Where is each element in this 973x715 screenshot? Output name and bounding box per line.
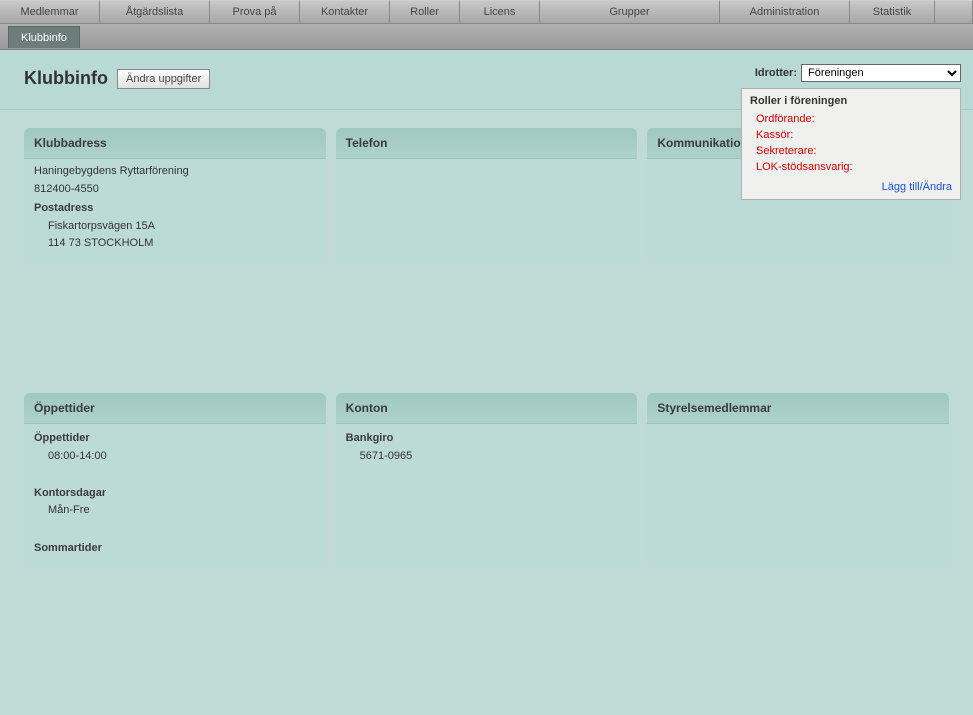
card-konton: Konton Bankgiro 5671-0965 — [336, 393, 638, 567]
roles-edit-link[interactable]: Lägg till/Ändra — [882, 181, 952, 193]
idrotter-label: Idrotter: — [755, 67, 797, 79]
hours-label: Öppettider — [34, 430, 316, 448]
card-title: Konton — [336, 393, 638, 424]
club-orgnr: 812400-4550 — [34, 181, 316, 199]
card-title: Telefon — [336, 128, 638, 159]
post-city: 114 73 STOCKHOLM — [34, 235, 316, 253]
card-title: Klubbadress — [24, 128, 326, 159]
card-klubbadress: Klubbadress Haningebygdens Ryttarförenin… — [24, 128, 326, 263]
nav-kontakter[interactable]: Kontakter — [300, 0, 390, 23]
role-kassor: Kassör: — [750, 127, 952, 143]
card-body: Bankgiro 5671-0965 — [336, 424, 638, 475]
roles-title: Roller i föreningen — [750, 95, 952, 107]
hours-value: 08:00-14:00 — [34, 448, 316, 466]
card-oppettider: Öppettider Öppettider 08:00-14:00 Kontor… — [24, 393, 326, 567]
bankgiro-label: Bankgiro — [346, 430, 628, 448]
idrotter-select[interactable]: Föreningen — [801, 64, 961, 82]
days-label: Kontorsdagar — [34, 485, 316, 503]
card-body: Haningebygdens Ryttarförening 812400-455… — [24, 159, 326, 263]
summer-label: Sommartider — [34, 540, 316, 558]
roles-link-wrap: Lägg till/Ändra — [750, 181, 952, 193]
post-street: Fiskartorpsvägen 15A — [34, 218, 316, 236]
edit-button[interactable]: Ändra uppgifter — [117, 69, 210, 89]
roles-panel: Roller i föreningen Ordförande: Kassör: … — [741, 88, 961, 200]
card-telefon: Telefon — [336, 128, 638, 263]
nav-spacer — [935, 0, 973, 23]
card-body — [336, 159, 638, 173]
club-name: Haningebygdens Ryttarförening — [34, 163, 316, 181]
nav-statistik[interactable]: Statistik — [850, 0, 935, 23]
card-title: Öppettider — [24, 393, 326, 424]
card-body — [647, 424, 949, 438]
idrotter-row: Idrotter: Föreningen — [755, 64, 961, 82]
subnav-klubbinfo[interactable]: Klubbinfo — [8, 26, 80, 48]
role-ordforande: Ordförande: — [750, 111, 952, 127]
card-styrelse: Styrelsemedlemmar — [647, 393, 949, 567]
nav-administration[interactable]: Administration — [720, 0, 850, 23]
card-row-2: Öppettider Öppettider 08:00-14:00 Kontor… — [24, 393, 949, 567]
card-title: Styrelsemedlemmar — [647, 393, 949, 424]
nav-grupper[interactable]: Grupper — [540, 0, 720, 23]
days-value: Mån-Fre — [34, 502, 316, 520]
sub-nav: Klubbinfo — [0, 24, 973, 50]
top-nav: Medlemmar Åtgärdslista Prova på Kontakte… — [0, 0, 973, 24]
role-lok: LOK-stödsansvarig: — [750, 159, 952, 175]
nav-medlemmar[interactable]: Medlemmar — [0, 0, 100, 23]
nav-licens[interactable]: Licens — [460, 0, 540, 23]
page-title: Klubbinfo — [24, 68, 108, 89]
bankgiro-value: 5671-0965 — [346, 448, 628, 466]
roles-list: Ordförande: Kassör: Sekreterare: LOK-stö… — [750, 111, 952, 175]
nav-atgardslista[interactable]: Åtgärdslista — [100, 0, 210, 23]
role-sekreterare: Sekreterare: — [750, 143, 952, 159]
postadress-label: Postadress — [34, 200, 316, 218]
card-body: Öppettider 08:00-14:00 Kontorsdagar Mån-… — [24, 424, 326, 567]
nav-roller[interactable]: Roller — [390, 0, 460, 23]
nav-prova-pa[interactable]: Prova på — [210, 0, 300, 23]
